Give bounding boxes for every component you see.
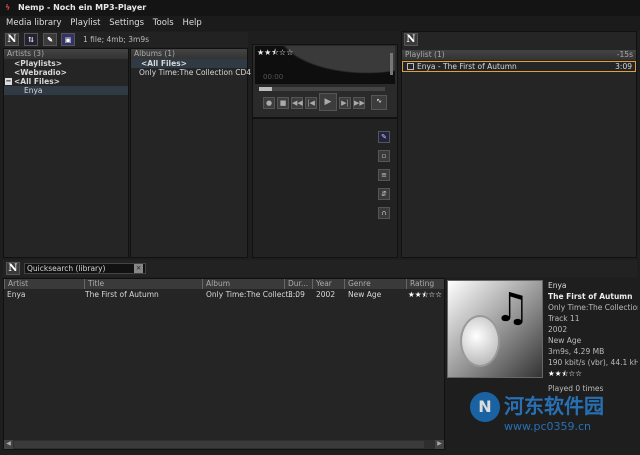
title-bar: ϟ Nemp - Noch ein MP3-Player <box>0 0 640 16</box>
rewind-button[interactable]: ◀◀ <box>291 97 303 109</box>
nemp-menu-button[interactable]: N <box>5 33 19 46</box>
watermark-text: 河东软件园 <box>504 394 604 418</box>
detail-bitrate: 190 kbit/s (vbr), 44.1 kHz, 2 <box>548 358 638 367</box>
detail-size: 3m9s, 4.29 MB <box>548 347 605 356</box>
column-duration[interactable]: Dur... <box>284 279 312 289</box>
column-year[interactable]: Year <box>312 279 344 289</box>
artist-item-selected[interactable]: Enya <box>4 86 128 95</box>
library-table: Artist Title Album Dur... Year Genre Rat… <box>3 278 445 450</box>
player-time: 00:00 <box>263 73 284 81</box>
volume-slider[interactable] <box>390 53 393 75</box>
playlist-item[interactable]: Enya - The First of Autumn 3:09 <box>402 61 636 72</box>
player-extra-panel: ✎ ▫ ≡ ⇵ ∩ <box>252 118 398 258</box>
search-placeholder: Quicksearch (library) <box>27 264 106 273</box>
album-cover: ♫ <box>447 280 543 378</box>
artist-label: <All Files> <box>14 77 60 86</box>
cell-title: The First of Autumn <box>85 290 159 299</box>
tree-view-button[interactable]: ⇅ <box>24 33 38 46</box>
search-bar: N Quicksearch (library) × <box>3 260 637 277</box>
artist-item[interactable]: <Playlists> <box>4 59 128 68</box>
playlist-item-title: Enya - The First of Autumn <box>417 62 517 71</box>
playlist-count: Playlist (1) <box>405 50 445 59</box>
previous-button[interactable]: |◀ <box>305 97 317 109</box>
artists-header: Artists (3) <box>4 49 128 59</box>
cell-album: Only Time:The Collecti... <box>206 290 298 299</box>
menu-playlist[interactable]: Playlist <box>70 18 100 28</box>
music-notes-icon: ♫ <box>494 285 530 331</box>
player-panel: ★★⯪☆☆ 00:00 ● ■ ◀◀ |◀ ▶ ▶| ▶▶ ∿ <box>252 44 398 118</box>
album-item[interactable]: Only Time:The Collection CD4 <box>131 68 251 77</box>
watermark: N 河东软件园 www.pc0359.cn <box>470 388 640 448</box>
cell-genre: New Age <box>348 290 382 299</box>
artists-panel: Artists (3) <Playlists> <Webradio> − <All… <box>3 48 129 258</box>
watermark-url: www.pc0359.cn <box>504 420 592 433</box>
column-genre[interactable]: Genre <box>344 279 406 289</box>
coverflow-button[interactable]: ▣ <box>61 33 75 46</box>
checkbox-icon[interactable] <box>407 63 414 70</box>
stop-button[interactable]: ■ <box>277 97 289 109</box>
column-title[interactable]: Title <box>84 279 202 289</box>
cell-year: 2002 <box>316 290 336 299</box>
horizontal-scrollbar[interactable]: ◀ ▶ <box>4 440 444 449</box>
menu-media-library[interactable]: Media library <box>6 18 62 28</box>
fast-forward-button[interactable]: ▶▶ <box>353 97 365 109</box>
detail-year: 2002 <box>548 325 568 334</box>
quicksearch-input[interactable]: Quicksearch (library) <box>24 263 146 274</box>
cover-view-icon[interactable]: ✎ <box>378 131 390 143</box>
albums-header: Albums (1) <box>131 49 247 59</box>
menu-settings[interactable]: Settings <box>109 18 144 28</box>
detail-rating[interactable]: ★★⯪☆☆ <box>548 368 638 379</box>
detail-title: The First of Autumn <box>548 292 633 301</box>
scroll-left-icon[interactable]: ◀ <box>4 440 13 449</box>
menu-bar: Media library Playlist Settings Tools He… <box>0 16 640 31</box>
clear-search-icon[interactable]: × <box>134 264 143 273</box>
equalizer-icon[interactable]: ⇵ <box>378 188 390 200</box>
cell-duration: 3:09 <box>288 290 305 299</box>
collapse-icon[interactable]: − <box>5 78 12 85</box>
edit-tags-button[interactable]: ✎ <box>43 33 57 46</box>
detail-genre: New Age <box>548 336 582 345</box>
playlist-panel: N Playlist (1) -15s Enya - The First of A… <box>401 31 637 258</box>
detail-track: Track 11 <box>548 314 580 323</box>
table-row[interactable]: Enya The First of Autumn Only Time:The C… <box>4 290 444 300</box>
artist-item[interactable]: − <All Files> <box>4 77 128 86</box>
headphones-icon[interactable]: ∩ <box>378 207 390 219</box>
app-icon: ϟ <box>5 3 11 12</box>
menu-tools[interactable]: Tools <box>153 18 174 28</box>
record-button[interactable]: ● <box>263 97 275 109</box>
album-item[interactable]: <All Files> <box>131 59 247 68</box>
column-artist[interactable]: Artist <box>4 279 84 289</box>
player-rating[interactable]: ★★⯪☆☆ <box>257 47 293 61</box>
playlist-remaining: -15s <box>616 50 633 59</box>
scrollbar-thumb[interactable] <box>14 441 424 448</box>
scroll-right-icon[interactable]: ▶ <box>435 440 444 449</box>
effects-button[interactable]: ∿ <box>371 95 387 110</box>
playlist-menu-button[interactable]: N <box>404 33 418 46</box>
lyrics-icon[interactable]: ▫ <box>378 150 390 162</box>
menu-help[interactable]: Help <box>182 18 201 28</box>
cell-rating: ★★⯪☆☆ <box>408 290 442 299</box>
play-button[interactable]: ▶ <box>319 93 337 111</box>
info-icon[interactable]: ≡ <box>378 169 390 181</box>
library-status: 1 file; 4mb; 3m9s <box>83 35 149 44</box>
playlist-item-duration: 3:09 <box>615 62 632 71</box>
next-button[interactable]: ▶| <box>339 97 351 109</box>
column-album[interactable]: Album <box>202 279 284 289</box>
detail-album: Only Time:The Collection CD4 <box>548 303 638 312</box>
library-toolbar: N ⇅ ✎ ▣ 1 file; 4mb; 3m9s <box>3 32 248 47</box>
playlist-header: Playlist (1) -15s <box>402 50 636 60</box>
cell-artist: Enya <box>7 290 26 299</box>
column-rating[interactable]: Rating <box>406 279 444 289</box>
progress-bar[interactable] <box>259 87 385 91</box>
artist-item[interactable]: <Webradio> <box>4 68 128 77</box>
window-title: Nemp - Noch ein MP3-Player <box>18 3 147 12</box>
track-details: Enya The First of Autumn Only Time:The C… <box>548 280 638 394</box>
library-menu-button[interactable]: N <box>6 262 20 275</box>
watermark-logo: N <box>470 392 500 422</box>
albums-panel: Albums (1) <All Files> Only Time:The Col… <box>130 48 251 258</box>
detail-artist: Enya <box>548 281 567 290</box>
